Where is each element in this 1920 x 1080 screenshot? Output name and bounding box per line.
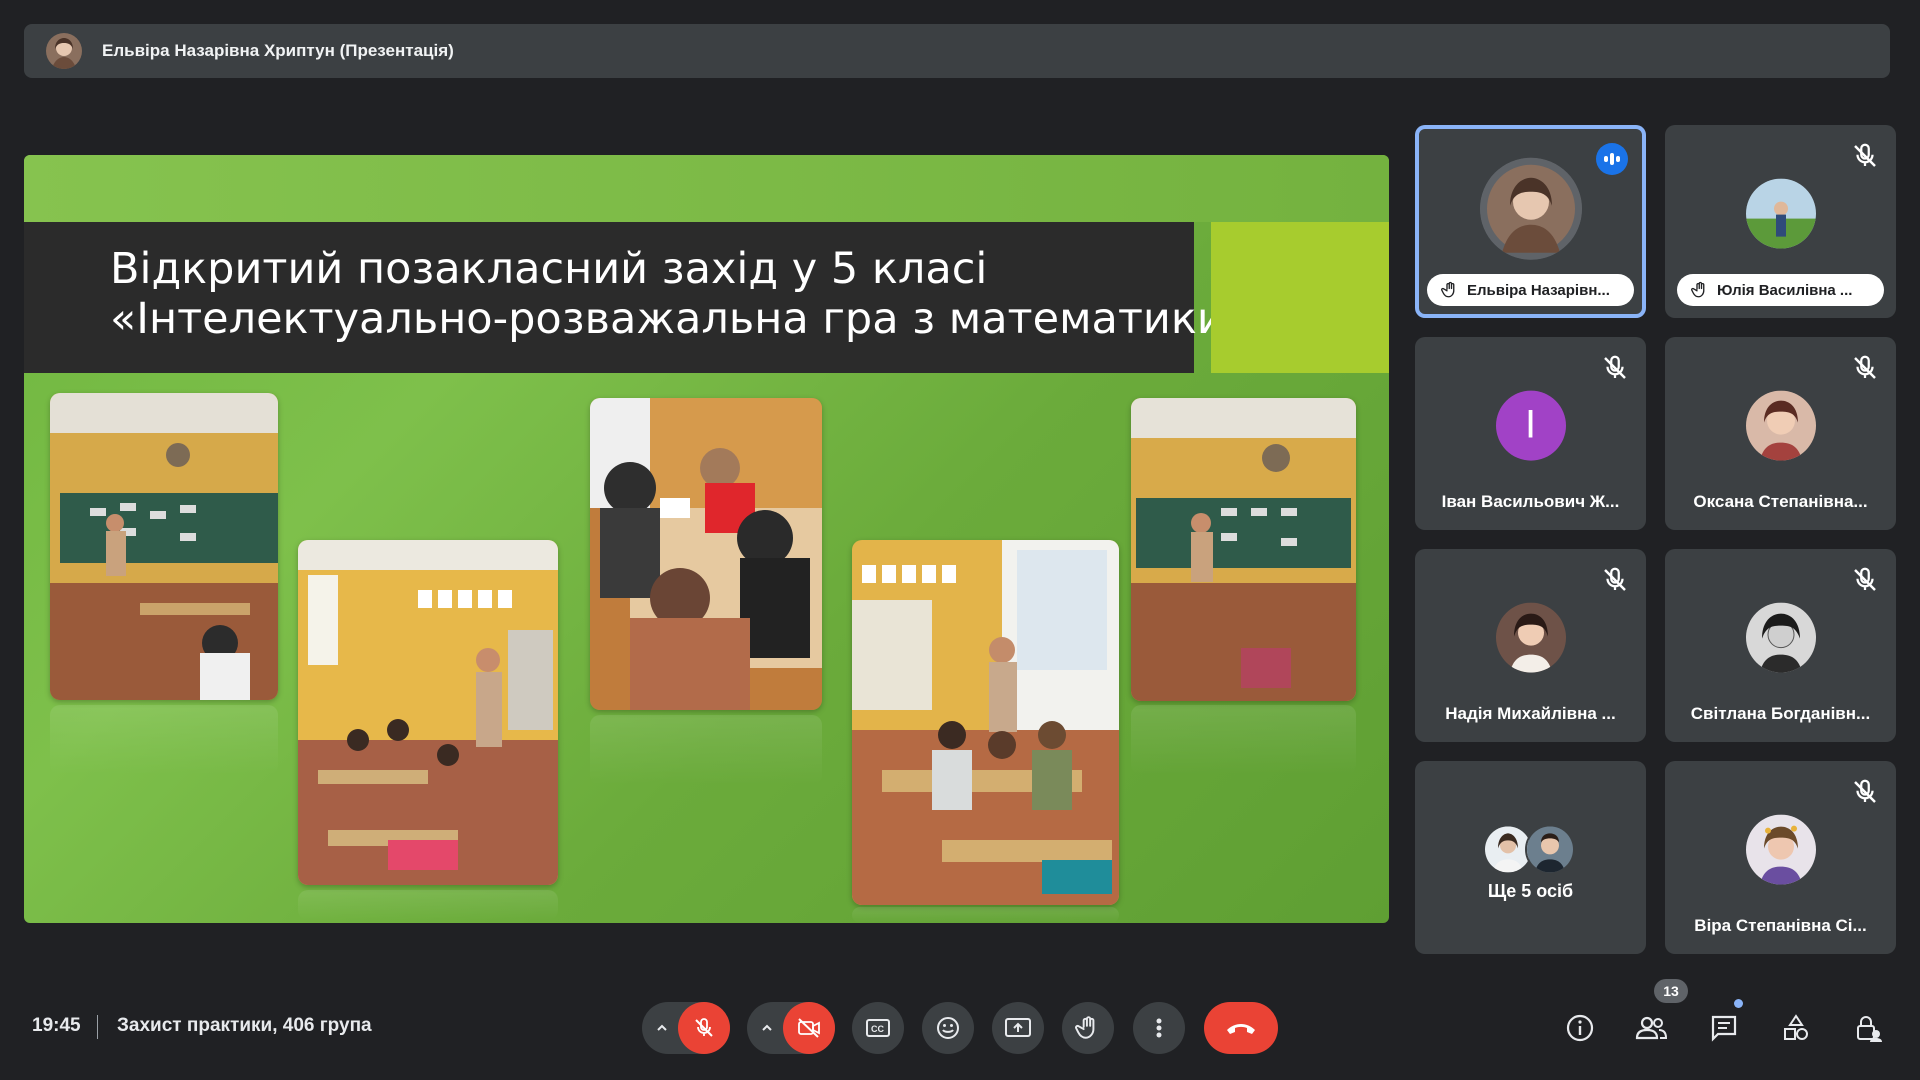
mic-options-button[interactable] — [650, 1002, 674, 1054]
captions-button[interactable]: CC — [852, 1002, 904, 1054]
participant-tile-2[interactable]: Юлія Василівна ... — [1665, 125, 1896, 318]
hang-up-icon — [1227, 1024, 1255, 1034]
participant-tile-1[interactable]: Ельвіра Назарівн... — [1415, 125, 1646, 318]
mic-off-icon — [1604, 567, 1626, 591]
raise-hand-button[interactable] — [1062, 1002, 1114, 1054]
participant-name-pill: Ельвіра Назарівн... — [1427, 274, 1634, 306]
classroom-photo-5 — [1131, 398, 1356, 701]
mic-off-icon — [1854, 143, 1876, 167]
slide-title-band: Відкритий позакласний захід у 5 класі «І… — [24, 222, 1251, 373]
mic-off-icon — [1854, 355, 1876, 379]
photo-3-reflection — [590, 715, 822, 785]
avatar — [1745, 602, 1816, 673]
participant-name: Віра Степанівна Сі... — [1694, 916, 1867, 935]
chevron-up-icon — [657, 1024, 667, 1031]
leave-call-button[interactable] — [1204, 1002, 1278, 1054]
avatar — [1495, 602, 1566, 673]
avatar — [1524, 823, 1575, 874]
host-controls-button[interactable] — [1845, 1005, 1891, 1051]
captions-icon: CC — [866, 1019, 890, 1037]
avatar — [1745, 390, 1816, 461]
photo-1-reflection — [50, 705, 278, 775]
more-people-avatars — [1482, 823, 1579, 874]
shared-slide: Відкритий позакласний захід у 5 класі «І… — [24, 155, 1389, 923]
classroom-photo-4 — [852, 540, 1119, 905]
participant-name: Надія Михайлівна ... — [1445, 704, 1616, 723]
camera-toggle-button[interactable] — [783, 1002, 835, 1054]
people-icon — [1635, 1016, 1668, 1040]
presenter-title: Ельвіра Назарівна Хриптун (Презентація) — [102, 41, 454, 60]
people-button[interactable] — [1628, 1005, 1674, 1051]
avatar — [1745, 814, 1816, 885]
chevron-up-icon — [762, 1024, 772, 1031]
classroom-photo-2 — [298, 540, 558, 885]
photo-5-reflection — [1131, 705, 1356, 775]
raise-hand-icon — [1075, 1016, 1095, 1039]
present-icon — [1005, 1018, 1031, 1037]
participant-tile-5[interactable]: Надія Михайлівна ... — [1415, 549, 1646, 742]
activities-button[interactable] — [1773, 1005, 1819, 1051]
participant-name: Юлія Василівна ... — [1717, 281, 1853, 299]
chat-button[interactable] — [1701, 1005, 1747, 1051]
activities-icon — [1784, 1014, 1808, 1040]
divider — [97, 1015, 98, 1039]
avatar — [1745, 178, 1816, 249]
participant-name: Світлана Богданівн... — [1690, 704, 1871, 723]
lock-person-icon — [1857, 1016, 1882, 1042]
participant-name: Іван Васильович Ж... — [1441, 492, 1620, 511]
bottom-toolbar: 19:45 Захист практики, 406 група CC 13 — [0, 975, 1920, 1075]
mic-off-icon — [1854, 567, 1876, 591]
participant-tile-3[interactable]: І Іван Васильович Ж... — [1415, 337, 1646, 530]
presenter-avatar — [46, 33, 82, 69]
mic-off-icon — [1854, 779, 1876, 803]
mic-off-icon — [1604, 355, 1626, 379]
speaking-indicator-icon — [1596, 143, 1628, 175]
chat-icon — [1711, 1015, 1737, 1042]
classroom-photo-1 — [50, 393, 278, 700]
present-screen-button[interactable] — [992, 1002, 1044, 1054]
emoji-icon — [937, 1017, 959, 1039]
reactions-button[interactable] — [922, 1002, 974, 1054]
slide-top-stripe — [24, 155, 1389, 222]
more-vert-icon — [1156, 1018, 1162, 1038]
mic-toggle-button[interactable] — [678, 1002, 730, 1054]
avatar-letter: І — [1495, 390, 1566, 461]
people-count-badge: 13 — [1654, 979, 1688, 1003]
raised-hand-icon — [1691, 281, 1705, 298]
meeting-details-button[interactable] — [1557, 1005, 1603, 1051]
slide-title-line-1: Відкритий позакласний захід у 5 класі — [110, 244, 988, 294]
svg-text:CC: CC — [871, 1024, 884, 1034]
participant-tile-7[interactable]: Віра Степанівна Сі... — [1665, 761, 1896, 954]
participant-tile-6[interactable]: Світлана Богданівн... — [1665, 549, 1896, 742]
mic-off-icon — [695, 1018, 713, 1037]
camera-options-button[interactable] — [755, 1002, 779, 1054]
participant-name: Ельвіра Назарівн... — [1467, 281, 1610, 299]
meeting-title: Захист практики, 406 група — [117, 1015, 372, 1036]
participant-tile-4[interactable]: Оксана Степанівна... — [1665, 337, 1896, 530]
raised-hand-icon — [1441, 281, 1455, 298]
camera-off-icon — [798, 1018, 820, 1038]
classroom-photo-3 — [590, 398, 822, 710]
participant-name: Оксана Степанівна... — [1693, 492, 1868, 511]
current-time: 19:45 — [32, 1015, 81, 1036]
more-options-button[interactable] — [1133, 1002, 1185, 1054]
info-icon — [1566, 1014, 1594, 1042]
participant-name-pill: Юлія Василівна ... — [1677, 274, 1884, 306]
slide-accent-box — [1211, 222, 1389, 373]
photo-4-reflection — [852, 907, 1119, 923]
slide-title-line-2: «Інтелектуально-розважальна гра з матема… — [110, 294, 1252, 344]
avatar — [1479, 157, 1582, 260]
more-people-tile[interactable]: Ще 5 осіб — [1415, 761, 1646, 954]
more-people-label: Ще 5 осіб — [1487, 881, 1574, 901]
photo-2-reflection — [298, 890, 558, 920]
presenter-bar: Ельвіра Назарівна Хриптун (Презентація) — [24, 24, 1890, 78]
